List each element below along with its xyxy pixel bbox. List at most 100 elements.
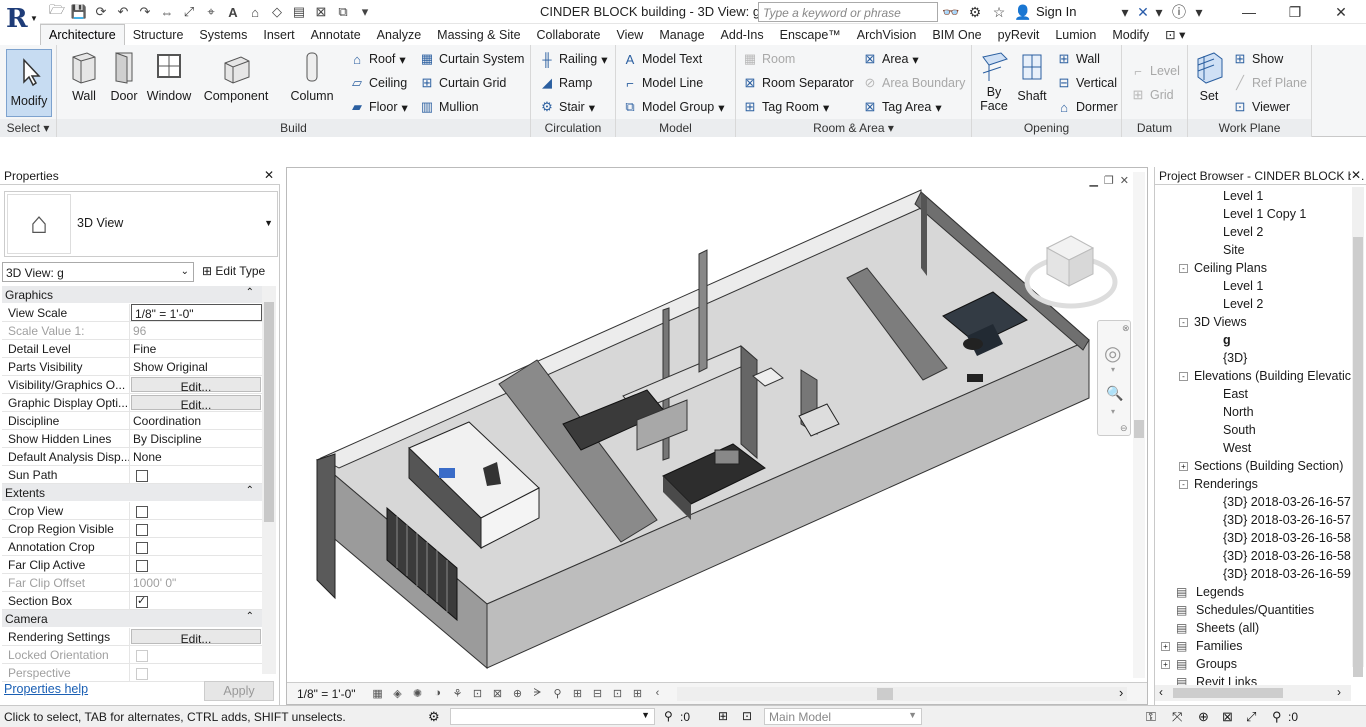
- select-by-face-icon[interactable]: ⊠: [1222, 709, 1233, 725]
- tab-pyrevit[interactable]: pyRevit: [990, 25, 1048, 45]
- section-icon[interactable]: ◇: [268, 3, 286, 21]
- property-value[interactable]: 1/8" = 1'-0": [131, 304, 262, 321]
- browser-item[interactable]: ▤ Legends: [1155, 583, 1351, 601]
- property-checkbox[interactable]: [136, 470, 148, 482]
- lock-view-icon[interactable]: ⊕: [510, 687, 526, 701]
- 3d-viewport[interactable]: ▁ ❐ ✕ ⊗ ◎ ▾ 🔍 ▾ ⊖ 1/8" = 1'-0" ▦ ◈ ✺ ◑ ⚘…: [286, 167, 1148, 705]
- sun-path-icon[interactable]: ✺: [410, 687, 426, 701]
- tab-view[interactable]: View: [608, 25, 651, 45]
- sync-icon[interactable]: ⟳: [92, 3, 110, 21]
- browser-item[interactable]: {3D}: [1155, 349, 1351, 367]
- close-window-icon[interactable]: ✕: [1318, 0, 1364, 24]
- model-line-button[interactable]: ⌐ Model Line: [622, 75, 703, 91]
- chevron-down-icon[interactable]: ▾: [1111, 365, 1115, 374]
- browser-item[interactable]: Level 1: [1155, 187, 1351, 205]
- browser-item[interactable]: ▤ Schedules/Quantities: [1155, 601, 1351, 619]
- close-hidden-icon[interactable]: ⊠: [312, 3, 330, 21]
- curtain-system-button[interactable]: ▦ Curtain System: [419, 51, 525, 67]
- ceiling-button[interactable]: ▱ Ceiling: [349, 75, 407, 91]
- select-underlay-icon[interactable]: ⤧: [1172, 709, 1182, 725]
- crop-region-icon[interactable]: ⊠: [490, 687, 506, 701]
- tab-bim-one[interactable]: BIM One: [924, 25, 989, 45]
- model-text-button[interactable]: A Model Text: [622, 51, 703, 67]
- tab-lumion[interactable]: Lumion: [1047, 25, 1104, 45]
- browser-item[interactable]: Level 1: [1155, 277, 1351, 295]
- area-boundary-button[interactable]: ⊘ Area Boundary: [862, 75, 966, 91]
- curtain-grid-button[interactable]: ⊞ Curtain Grid: [419, 75, 507, 91]
- hide-isolate-icon[interactable]: ᗒ: [530, 687, 546, 701]
- expand-icon[interactable]: +: [1179, 461, 1188, 471]
- viewcube[interactable]: [1023, 226, 1119, 316]
- scroll-right-icon[interactable]: ›: [1119, 685, 1123, 700]
- browser-item[interactable]: + ▤ Families: [1155, 637, 1351, 655]
- switch-windows-icon[interactable]: ⧉: [334, 3, 352, 21]
- stair-button[interactable]: ⚙ Stair ▾: [539, 99, 595, 115]
- user-icon[interactable]: 👤: [1014, 3, 1032, 21]
- collapse-icon[interactable]: ⌃: [246, 611, 254, 622]
- browser-item[interactable]: {3D} 2018-03-26-16-58: [1155, 547, 1351, 565]
- tab-massing-site[interactable]: Massing & Site: [429, 25, 528, 45]
- show-workplane-button[interactable]: ⊞ Show: [1232, 51, 1284, 67]
- tab-architecture[interactable]: Architecture: [40, 24, 125, 45]
- worksets-icon[interactable]: ⚙: [428, 709, 440, 725]
- room-separator-button[interactable]: ⊠ Room Separator: [742, 75, 854, 91]
- browser-item[interactable]: - Elevations (Building Elevatic: [1155, 367, 1351, 385]
- column-button[interactable]: Column: [287, 49, 337, 103]
- undo-icon[interactable]: ↶: [114, 3, 132, 21]
- group-camera[interactable]: Camera ⌃: [2, 610, 262, 628]
- tag-room-button[interactable]: ⊞ Tag Room ▾: [742, 99, 830, 115]
- reveal-hidden-icon[interactable]: ⚲: [550, 687, 566, 701]
- viewport-horizontal-scrollbar[interactable]: [677, 687, 1127, 701]
- tab-analyze[interactable]: Analyze: [369, 25, 429, 45]
- browser-vertical-scrollbar[interactable]: [1352, 187, 1364, 677]
- measure-icon[interactable]: ⇔: [158, 3, 176, 21]
- 3d-view-icon[interactable]: ⌂: [246, 3, 264, 21]
- tab-structure[interactable]: Structure: [125, 25, 192, 45]
- caret-down-icon[interactable]: ▾: [1190, 3, 1208, 21]
- browser-horizontal-scrollbar[interactable]: ‹ ›: [1155, 685, 1351, 701]
- temp-view-properties-icon[interactable]: ⊞: [570, 687, 586, 701]
- shaft-button[interactable]: Shaft: [1012, 49, 1052, 103]
- scroll-left-icon[interactable]: ‹: [650, 687, 666, 701]
- design-option-selector[interactable]: Main Model ▼: [764, 708, 922, 725]
- sign-in-link[interactable]: Sign In: [1036, 4, 1076, 19]
- door-button[interactable]: Door: [107, 49, 141, 103]
- close-icon[interactable]: ✕: [1350, 168, 1361, 182]
- design-options-icon[interactable]: ⊞: [718, 709, 728, 723]
- tab-systems[interactable]: Systems: [191, 25, 255, 45]
- window-button[interactable]: Window: [145, 49, 193, 103]
- tag-icon[interactable]: ⌖: [202, 3, 220, 21]
- restore-icon[interactable]: ❐: [1272, 0, 1318, 24]
- drag-elements-icon[interactable]: ⤢: [1246, 709, 1256, 725]
- crop-view-icon[interactable]: ⊡: [470, 687, 486, 701]
- search-input[interactable]: Type a keyword or phrase: [758, 2, 938, 22]
- browser-item[interactable]: {3D} 2018-03-26-16-58: [1155, 529, 1351, 547]
- expand-icon[interactable]: +: [1161, 659, 1170, 669]
- browser-item[interactable]: {3D} 2018-03-26-16-57: [1155, 493, 1351, 511]
- tab-manage[interactable]: Manage: [651, 25, 712, 45]
- roof-button[interactable]: ⌂ Roof ▾: [349, 51, 406, 67]
- minimize-icon[interactable]: —: [1226, 0, 1272, 24]
- property-value[interactable]: Edit...: [131, 377, 261, 392]
- open-icon[interactable]: 🗁: [48, 2, 66, 21]
- browser-item[interactable]: Site: [1155, 241, 1351, 259]
- property-value[interactable]: None: [130, 448, 262, 465]
- shadows-icon[interactable]: ◑: [430, 687, 446, 701]
- browser-item[interactable]: {3D} 2018-03-26-16-59: [1155, 565, 1351, 583]
- property-value[interactable]: Coordination: [130, 412, 262, 429]
- property-checkbox[interactable]: [136, 594, 148, 608]
- by-face-button[interactable]: By Face: [976, 49, 1012, 113]
- tab-add-ins[interactable]: Add-Ins: [713, 25, 772, 45]
- level-button[interactable]: ⌐ Level: [1130, 63, 1180, 79]
- grid-button[interactable]: ⊞ Grid: [1130, 87, 1174, 103]
- browser-item[interactable]: + Sections (Building Section): [1155, 457, 1351, 475]
- modify-button[interactable]: Modify: [6, 49, 52, 117]
- dormer-button[interactable]: ⌂ Dormer: [1056, 99, 1118, 115]
- browser-item[interactable]: - Ceiling Plans: [1155, 259, 1351, 277]
- subscription-icon[interactable]: ⚙: [966, 3, 984, 21]
- property-value[interactable]: Edit...: [131, 395, 261, 410]
- browser-item[interactable]: Level 2: [1155, 223, 1351, 241]
- browser-item[interactable]: North: [1155, 403, 1351, 421]
- room-button[interactable]: ▦ Room: [742, 51, 796, 67]
- text-icon[interactable]: A: [224, 3, 242, 21]
